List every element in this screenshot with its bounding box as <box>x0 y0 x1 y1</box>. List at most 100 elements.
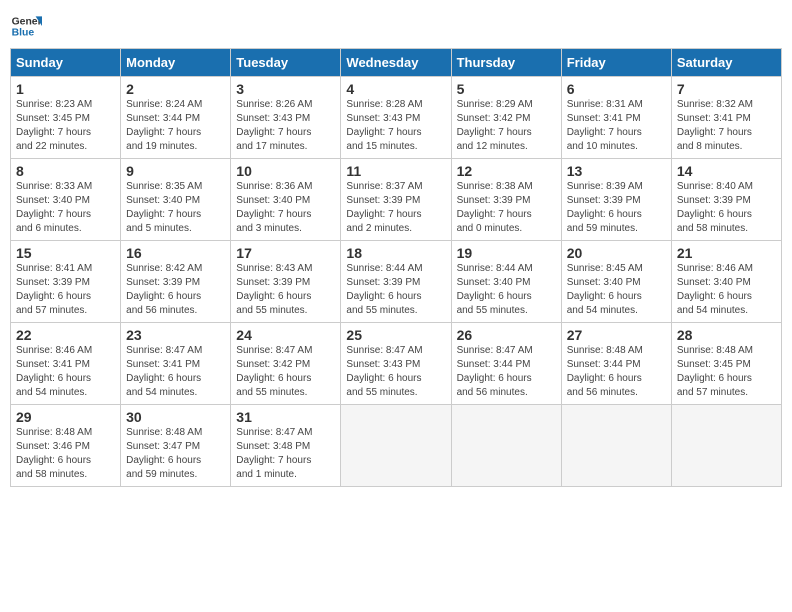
day-number: 20 <box>567 245 666 261</box>
day-number: 24 <box>236 327 335 343</box>
day-cell: 24Sunrise: 8:47 AM Sunset: 3:42 PM Dayli… <box>231 323 341 405</box>
day-cell: 18Sunrise: 8:44 AM Sunset: 3:39 PM Dayli… <box>341 241 451 323</box>
week-row-4: 22Sunrise: 8:46 AM Sunset: 3:41 PM Dayli… <box>11 323 782 405</box>
day-info: Sunrise: 8:33 AM Sunset: 3:40 PM Dayligh… <box>16 180 115 236</box>
week-row-5: 29Sunrise: 8:48 AM Sunset: 3:46 PM Dayli… <box>11 405 782 487</box>
day-number: 11 <box>346 163 445 179</box>
day-cell: 1Sunrise: 8:23 AM Sunset: 3:45 PM Daylig… <box>11 77 121 159</box>
day-info: Sunrise: 8:28 AM Sunset: 3:43 PM Dayligh… <box>346 98 445 154</box>
day-cell: 12Sunrise: 8:38 AM Sunset: 3:39 PM Dayli… <box>451 159 561 241</box>
day-info: Sunrise: 8:43 AM Sunset: 3:39 PM Dayligh… <box>236 262 335 318</box>
day-cell: 11Sunrise: 8:37 AM Sunset: 3:39 PM Dayli… <box>341 159 451 241</box>
day-cell: 17Sunrise: 8:43 AM Sunset: 3:39 PM Dayli… <box>231 241 341 323</box>
day-cell: 4Sunrise: 8:28 AM Sunset: 3:43 PM Daylig… <box>341 77 451 159</box>
day-number: 19 <box>457 245 556 261</box>
week-row-3: 15Sunrise: 8:41 AM Sunset: 3:39 PM Dayli… <box>11 241 782 323</box>
day-info: Sunrise: 8:42 AM Sunset: 3:39 PM Dayligh… <box>126 262 225 318</box>
day-info: Sunrise: 8:31 AM Sunset: 3:41 PM Dayligh… <box>567 98 666 154</box>
col-monday: Monday <box>121 49 231 77</box>
day-cell: 16Sunrise: 8:42 AM Sunset: 3:39 PM Dayli… <box>121 241 231 323</box>
day-number: 14 <box>677 163 776 179</box>
day-info: Sunrise: 8:35 AM Sunset: 3:40 PM Dayligh… <box>126 180 225 236</box>
day-number: 1 <box>16 81 115 97</box>
col-tuesday: Tuesday <box>231 49 341 77</box>
day-number: 15 <box>16 245 115 261</box>
day-number: 31 <box>236 409 335 425</box>
day-cell: 30Sunrise: 8:48 AM Sunset: 3:47 PM Dayli… <box>121 405 231 487</box>
day-cell: 19Sunrise: 8:44 AM Sunset: 3:40 PM Dayli… <box>451 241 561 323</box>
col-sunday: Sunday <box>11 49 121 77</box>
day-number: 22 <box>16 327 115 343</box>
col-thursday: Thursday <box>451 49 561 77</box>
day-cell: 14Sunrise: 8:40 AM Sunset: 3:39 PM Dayli… <box>671 159 781 241</box>
day-cell: 9Sunrise: 8:35 AM Sunset: 3:40 PM Daylig… <box>121 159 231 241</box>
day-cell: 8Sunrise: 8:33 AM Sunset: 3:40 PM Daylig… <box>11 159 121 241</box>
day-info: Sunrise: 8:23 AM Sunset: 3:45 PM Dayligh… <box>16 98 115 154</box>
day-cell <box>561 405 671 487</box>
day-info: Sunrise: 8:46 AM Sunset: 3:41 PM Dayligh… <box>16 344 115 400</box>
day-number: 6 <box>567 81 666 97</box>
day-info: Sunrise: 8:29 AM Sunset: 3:42 PM Dayligh… <box>457 98 556 154</box>
day-cell: 3Sunrise: 8:26 AM Sunset: 3:43 PM Daylig… <box>231 77 341 159</box>
day-number: 8 <box>16 163 115 179</box>
day-cell: 6Sunrise: 8:31 AM Sunset: 3:41 PM Daylig… <box>561 77 671 159</box>
header-row: Sunday Monday Tuesday Wednesday Thursday… <box>11 49 782 77</box>
day-number: 10 <box>236 163 335 179</box>
day-number: 27 <box>567 327 666 343</box>
day-info: Sunrise: 8:47 AM Sunset: 3:43 PM Dayligh… <box>346 344 445 400</box>
day-cell <box>671 405 781 487</box>
day-number: 5 <box>457 81 556 97</box>
day-info: Sunrise: 8:37 AM Sunset: 3:39 PM Dayligh… <box>346 180 445 236</box>
col-wednesday: Wednesday <box>341 49 451 77</box>
day-number: 2 <box>126 81 225 97</box>
col-saturday: Saturday <box>671 49 781 77</box>
day-info: Sunrise: 8:38 AM Sunset: 3:39 PM Dayligh… <box>457 180 556 236</box>
logo-icon: General Blue <box>10 10 42 42</box>
day-number: 25 <box>346 327 445 343</box>
day-cell: 28Sunrise: 8:48 AM Sunset: 3:45 PM Dayli… <box>671 323 781 405</box>
day-info: Sunrise: 8:47 AM Sunset: 3:44 PM Dayligh… <box>457 344 556 400</box>
week-row-1: 1Sunrise: 8:23 AM Sunset: 3:45 PM Daylig… <box>11 77 782 159</box>
day-info: Sunrise: 8:47 AM Sunset: 3:42 PM Dayligh… <box>236 344 335 400</box>
day-cell: 23Sunrise: 8:47 AM Sunset: 3:41 PM Dayli… <box>121 323 231 405</box>
day-number: 13 <box>567 163 666 179</box>
page-header: General Blue <box>10 10 782 42</box>
day-cell <box>451 405 561 487</box>
day-info: Sunrise: 8:47 AM Sunset: 3:48 PM Dayligh… <box>236 426 335 482</box>
day-number: 29 <box>16 409 115 425</box>
day-number: 30 <box>126 409 225 425</box>
day-number: 4 <box>346 81 445 97</box>
day-cell: 2Sunrise: 8:24 AM Sunset: 3:44 PM Daylig… <box>121 77 231 159</box>
day-cell: 10Sunrise: 8:36 AM Sunset: 3:40 PM Dayli… <box>231 159 341 241</box>
day-cell: 29Sunrise: 8:48 AM Sunset: 3:46 PM Dayli… <box>11 405 121 487</box>
day-info: Sunrise: 8:48 AM Sunset: 3:47 PM Dayligh… <box>126 426 225 482</box>
day-number: 12 <box>457 163 556 179</box>
day-cell: 21Sunrise: 8:46 AM Sunset: 3:40 PM Dayli… <box>671 241 781 323</box>
day-info: Sunrise: 8:36 AM Sunset: 3:40 PM Dayligh… <box>236 180 335 236</box>
calendar-table: Sunday Monday Tuesday Wednesday Thursday… <box>10 48 782 487</box>
day-info: Sunrise: 8:41 AM Sunset: 3:39 PM Dayligh… <box>16 262 115 318</box>
day-number: 17 <box>236 245 335 261</box>
col-friday: Friday <box>561 49 671 77</box>
svg-text:Blue: Blue <box>12 28 35 39</box>
day-cell: 15Sunrise: 8:41 AM Sunset: 3:39 PM Dayli… <box>11 241 121 323</box>
day-cell: 20Sunrise: 8:45 AM Sunset: 3:40 PM Dayli… <box>561 241 671 323</box>
day-cell: 27Sunrise: 8:48 AM Sunset: 3:44 PM Dayli… <box>561 323 671 405</box>
day-info: Sunrise: 8:40 AM Sunset: 3:39 PM Dayligh… <box>677 180 776 236</box>
day-number: 18 <box>346 245 445 261</box>
day-cell: 13Sunrise: 8:39 AM Sunset: 3:39 PM Dayli… <box>561 159 671 241</box>
day-cell <box>341 405 451 487</box>
day-info: Sunrise: 8:46 AM Sunset: 3:40 PM Dayligh… <box>677 262 776 318</box>
day-number: 9 <box>126 163 225 179</box>
day-cell: 5Sunrise: 8:29 AM Sunset: 3:42 PM Daylig… <box>451 77 561 159</box>
day-info: Sunrise: 8:48 AM Sunset: 3:46 PM Dayligh… <box>16 426 115 482</box>
day-number: 28 <box>677 327 776 343</box>
day-number: 3 <box>236 81 335 97</box>
day-info: Sunrise: 8:24 AM Sunset: 3:44 PM Dayligh… <box>126 98 225 154</box>
day-cell: 26Sunrise: 8:47 AM Sunset: 3:44 PM Dayli… <box>451 323 561 405</box>
day-cell: 25Sunrise: 8:47 AM Sunset: 3:43 PM Dayli… <box>341 323 451 405</box>
day-number: 26 <box>457 327 556 343</box>
day-info: Sunrise: 8:39 AM Sunset: 3:39 PM Dayligh… <box>567 180 666 236</box>
day-info: Sunrise: 8:44 AM Sunset: 3:39 PM Dayligh… <box>346 262 445 318</box>
week-row-2: 8Sunrise: 8:33 AM Sunset: 3:40 PM Daylig… <box>11 159 782 241</box>
